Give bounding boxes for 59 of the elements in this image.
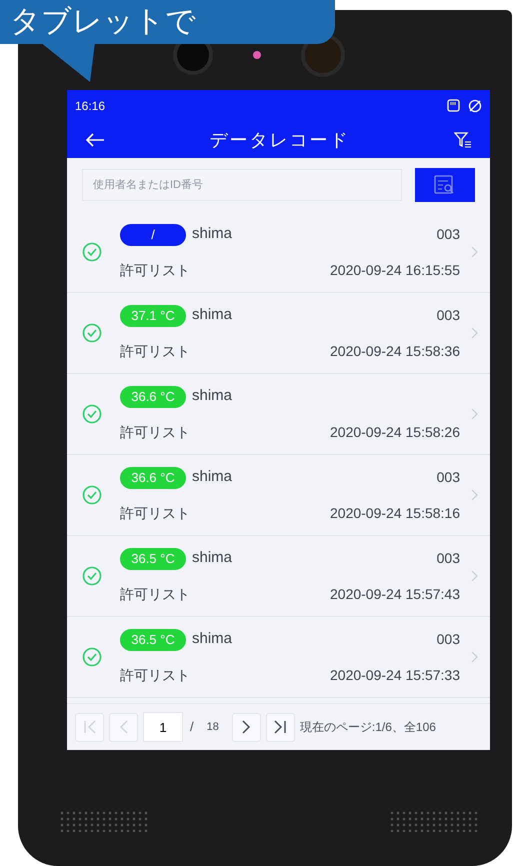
chevron-right-icon	[471, 327, 478, 339]
record-row[interactable]: 36.5 °C shima 003 許可リスト 2020-09-24 15:57:43	[67, 536, 490, 617]
temperature-badge: 36.6 °C	[120, 386, 186, 408]
chevron-right-icon	[471, 408, 478, 420]
record-time: 2020-09-24 15:57:43	[330, 584, 460, 604]
record-code: 003	[436, 306, 460, 325]
record-time: 2020-09-24 15:58:36	[330, 342, 460, 361]
user-name: shima	[192, 224, 232, 244]
user-name: shima	[192, 629, 232, 650]
record-row[interactable]: 36.5 °C shima 003 許可リスト 2020-09-24 15:57:33	[67, 617, 490, 698]
record-time: 2020-09-24 15:58:26	[330, 422, 460, 442]
last-page-button[interactable]	[266, 712, 295, 742]
record-time: 2020-09-24 15:58:16	[330, 504, 460, 523]
next-page-button[interactable]	[232, 712, 261, 742]
temperature-badge: 37.1 °C	[120, 304, 186, 326]
record-code: 003	[436, 468, 460, 487]
temperature-badge: /	[120, 224, 186, 246]
chevron-right-icon	[471, 570, 478, 582]
sd-card-icon	[447, 99, 460, 112]
back-button[interactable]	[85, 133, 105, 147]
record-time: 2020-09-24 15:57:33	[330, 666, 460, 685]
callout-text: タブレットで	[10, 7, 196, 37]
search-list-icon	[434, 175, 456, 195]
page-number-field[interactable]: 1	[143, 712, 183, 742]
page-title: データレコード	[210, 128, 350, 152]
record-row[interactable]: 36.6 °C shima 許可リスト 2020-09-24 15:58:26	[67, 374, 490, 455]
record-row[interactable]: 37.1 °C shima 003 許可リスト 2020-09-24 15:58:36	[67, 293, 490, 374]
chevron-right-icon	[471, 651, 478, 663]
page-separator: /	[190, 718, 194, 736]
user-name: shima	[192, 548, 232, 568]
user-name: shima	[192, 305, 232, 326]
total-pages: 18	[206, 720, 219, 735]
record-time: 2020-09-24 16:15:55	[330, 260, 460, 280]
list-label: 許可リスト	[120, 260, 190, 280]
list-label: 許可リスト	[120, 342, 190, 361]
temperature-badge: 36.6 °C	[120, 466, 186, 488]
list-label: 許可リスト	[120, 422, 190, 442]
record-row[interactable]: 36.6 °C shima 003 許可リスト 2020-09-24 15:58:16	[67, 455, 490, 536]
list-label: 許可リスト	[120, 666, 190, 685]
filter-button[interactable]	[454, 131, 472, 149]
user-name: shima	[192, 467, 232, 488]
list-label: 許可リスト	[120, 504, 190, 523]
list-label: 許可リスト	[120, 584, 190, 604]
page-summary: 現在のページ:1/6、全106	[300, 719, 436, 736]
temperature-badge: 36.5 °C	[120, 548, 186, 570]
search-field[interactable]: 使用者名またはID番号	[82, 169, 402, 201]
chevron-right-icon	[471, 246, 478, 258]
user-name: shima	[192, 386, 232, 406]
first-arrow-icon	[82, 719, 98, 735]
temperature-badge: 36.5 °C	[120, 628, 186, 650]
record-code: 003	[436, 549, 460, 568]
chevron-right-icon	[471, 489, 478, 501]
record-code: 003	[436, 630, 460, 649]
record-code: 003	[436, 225, 460, 244]
status-time: 16:16	[75, 98, 106, 115]
record-row[interactable]: / shima 003 許可リスト 2020-09-24 16:15:55	[67, 212, 490, 293]
last-arrow-icon	[272, 719, 288, 735]
search-button[interactable]	[415, 168, 475, 202]
no-location-icon	[468, 99, 482, 113]
